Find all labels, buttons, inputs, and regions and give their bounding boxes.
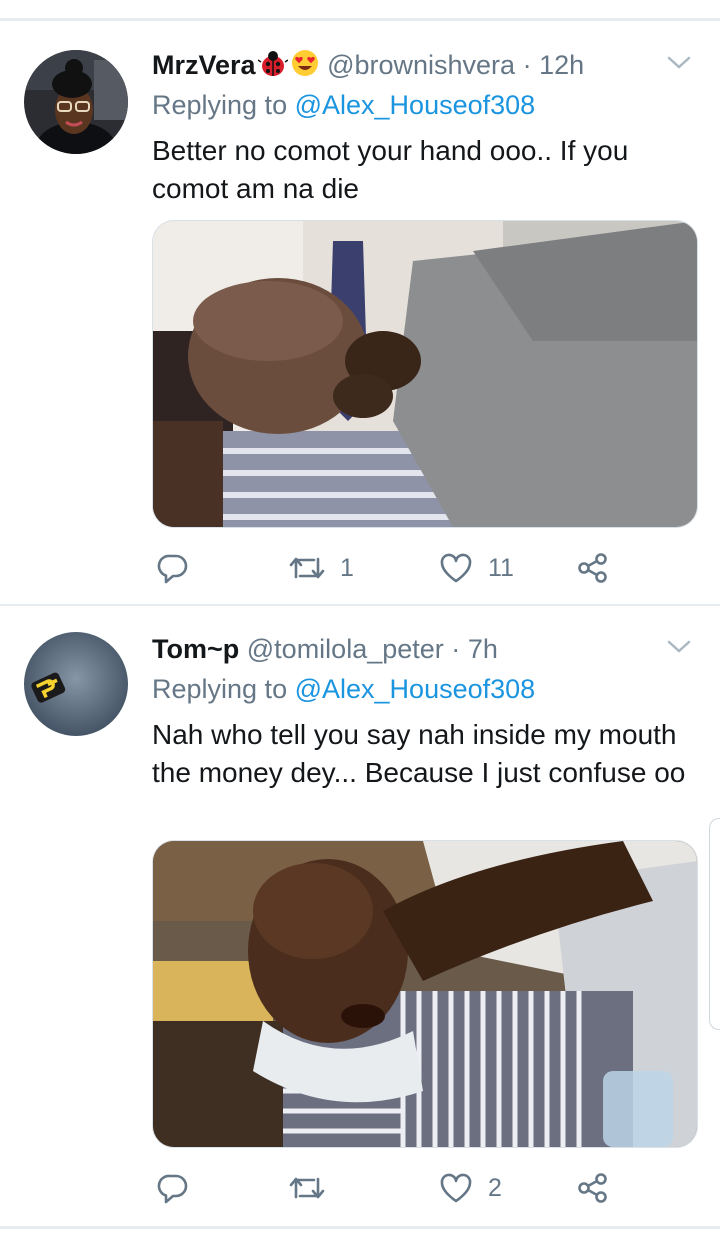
tweet[interactable]: MrzVera @brownishvera · 12h Replying to …	[0, 22, 720, 604]
reply-icon	[156, 551, 190, 585]
chevron-down-icon[interactable]	[666, 638, 692, 656]
tweet-text: Better no comot your hand ooo.. If you c…	[152, 135, 629, 204]
chevron-down-icon[interactable]	[666, 54, 692, 72]
replying-prefix: Replying to	[152, 90, 288, 120]
display-name[interactable]: MrzVera	[152, 50, 256, 80]
replying-to: Replying to @Alex_Houseof308	[152, 88, 535, 122]
handle[interactable]: @tomilola_peter	[247, 634, 444, 664]
like-count: 2	[488, 1173, 502, 1202]
timestamp[interactable]: 7h	[468, 634, 498, 664]
bottom-divider	[0, 1226, 720, 1229]
mention-link[interactable]: @Alex_Houseof308	[295, 674, 536, 704]
tweet-header: Tom~p @tomilola_peter · 7h	[152, 632, 498, 666]
separator-dot: ·	[522, 50, 532, 80]
reply-icon	[156, 1171, 190, 1205]
replying-prefix: Replying to	[152, 674, 288, 704]
retweet-icon	[288, 1171, 326, 1205]
heart-icon	[438, 1171, 474, 1205]
share-button[interactable]	[576, 1168, 610, 1208]
replying-to: Replying to @Alex_Houseof308	[152, 672, 535, 706]
handle[interactable]: @brownishvera	[327, 50, 515, 80]
like-button[interactable]: 11	[438, 548, 514, 588]
tweet-actions: 1 11	[152, 548, 692, 588]
reply-button[interactable]	[156, 1168, 190, 1208]
tweet-text: Nah who tell you say nah inside my mouth…	[152, 719, 686, 788]
heart-eyes-emoji	[290, 48, 320, 86]
timestamp[interactable]: 12h	[539, 50, 584, 80]
ladybug-emoji	[257, 50, 288, 86]
share-icon	[576, 1171, 610, 1205]
top-divider	[0, 18, 720, 21]
separator-dot: ·	[451, 634, 461, 664]
tweet-actions: 2	[152, 1168, 692, 1208]
retweet-count: 1	[340, 553, 354, 582]
tweet-photo[interactable]	[152, 840, 698, 1148]
retweet-button[interactable]	[288, 1168, 340, 1208]
scroll-handle[interactable]	[709, 818, 720, 1030]
mention-link[interactable]: @Alex_Houseof308	[295, 90, 536, 120]
share-button[interactable]	[576, 548, 610, 588]
like-count: 11	[488, 553, 514, 582]
heart-icon	[438, 551, 474, 585]
tweet[interactable]: Tom~p @tomilola_peter · 7h Replying to @…	[0, 606, 720, 1226]
reply-button[interactable]	[156, 548, 190, 588]
tweet-photo[interactable]	[152, 220, 698, 528]
retweet-icon	[288, 551, 326, 585]
display-name[interactable]: Tom~p	[152, 634, 239, 664]
avatar[interactable]	[24, 632, 128, 736]
share-icon	[576, 551, 610, 585]
tweet-header: MrzVera @brownishvera · 12h	[152, 48, 584, 86]
avatar[interactable]	[24, 50, 128, 154]
retweet-button[interactable]: 1	[288, 548, 354, 588]
like-button[interactable]: 2	[438, 1168, 502, 1208]
